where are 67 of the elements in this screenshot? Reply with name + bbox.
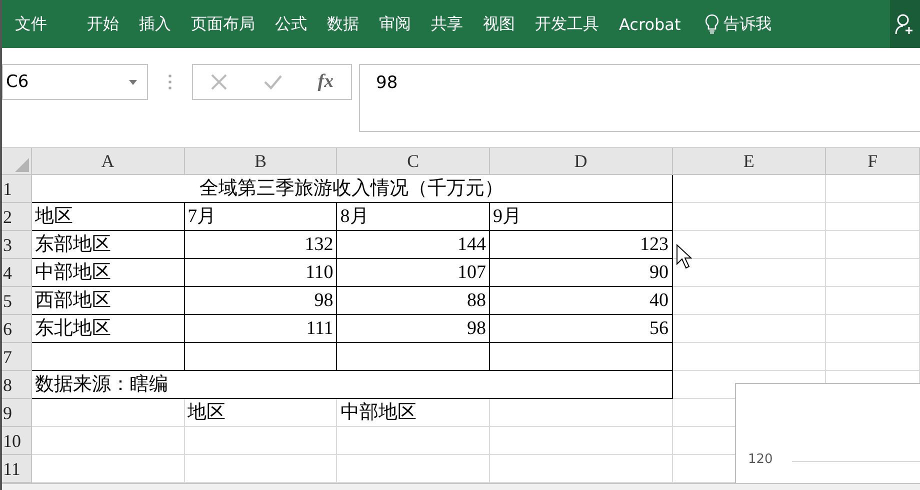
ribbon-tab[interactable]: 公式	[275, 14, 307, 34]
column-header[interactable]: E	[672, 148, 826, 175]
share-button[interactable]	[890, 0, 920, 48]
table-cell: 107	[337, 259, 490, 287]
table-cell: 132	[184, 231, 338, 259]
checkmark-icon[interactable]	[263, 74, 284, 90]
table-cell: 111	[184, 315, 338, 343]
table-cell: 98	[337, 315, 490, 343]
table-cell: 东部地区	[32, 231, 185, 259]
ribbon-tab[interactable]: 数据	[327, 14, 359, 34]
table-cell: 7月	[184, 203, 338, 231]
lightbulb-icon	[704, 14, 719, 34]
ribbon-tab[interactable]: 开始	[87, 14, 119, 34]
merged-cell: 数据来源：瞎编	[32, 371, 673, 399]
column-header[interactable]: A	[32, 148, 185, 175]
row-header[interactable]: 2	[2, 203, 32, 231]
table-cell: 地区	[32, 203, 185, 231]
column-header[interactable]: B	[184, 148, 338, 175]
ribbon-tab[interactable]: 页面布局	[191, 14, 255, 34]
row-header[interactable]: 6	[2, 315, 32, 343]
mouse-cursor-icon	[676, 244, 692, 270]
row-header[interactable]: 1	[2, 175, 32, 203]
row-header[interactable]: 8	[2, 371, 32, 399]
insert-function-button[interactable]: fx	[318, 71, 334, 93]
table-cell: 9月	[490, 203, 673, 231]
ribbon-tab[interactable]: 视图	[483, 14, 515, 34]
corner-triangle-icon	[14, 158, 29, 172]
table-cell: 中部地区	[32, 259, 185, 287]
table-cell: 40	[490, 287, 673, 315]
table-cell: 56	[490, 315, 673, 343]
row-header[interactable]: 9	[2, 399, 32, 427]
table-cell: 中部地区	[337, 399, 490, 427]
ribbon-tab[interactable]: 插入	[139, 14, 171, 34]
ribbon-tab[interactable]: Acrobat	[619, 14, 681, 34]
select-all-corner[interactable]	[2, 148, 32, 175]
name-box[interactable]: C6	[2, 64, 148, 100]
row-header[interactable]: 11	[2, 455, 32, 483]
ribbon-tab[interactable]: 审阅	[379, 14, 411, 34]
table-cell: 90	[490, 259, 673, 287]
table-cell: 144	[337, 231, 490, 259]
row-header[interactable]: 5	[2, 287, 32, 315]
ribbon-tab[interactable]: 开发工具	[535, 14, 599, 34]
ribbon-tab[interactable]: 文件	[15, 14, 47, 34]
formula-input[interactable]: 98	[359, 64, 920, 132]
column-header[interactable]: F	[826, 148, 920, 175]
row-header[interactable]: 10	[2, 427, 32, 455]
row-header[interactable]: 3	[2, 231, 32, 259]
merged-cell: 全域第三季旅游收入情况（千万元）	[32, 175, 673, 203]
ribbon-tab[interactable]: 共享	[431, 14, 463, 34]
table-cell: 123	[490, 231, 673, 259]
table-cell: 东北地区	[32, 315, 185, 343]
axis-label: 120	[748, 452, 773, 467]
drag-handle-icon[interactable]	[168, 73, 172, 91]
cancel-icon[interactable]	[210, 73, 228, 91]
person-add-icon	[895, 13, 915, 35]
dropdown-caret-icon	[129, 80, 137, 84]
column-header[interactable]: D	[490, 148, 673, 175]
column-header[interactable]: C	[337, 148, 490, 175]
row-header[interactable]: 4	[2, 259, 32, 287]
table-cell: 98	[184, 287, 338, 315]
tell-me-button[interactable]: 告诉我	[704, 14, 772, 34]
row-header[interactable]: 7	[2, 343, 32, 371]
table-cell: 西部地区	[32, 287, 185, 315]
table-cell: 地区	[184, 399, 338, 427]
table-cell: 88	[337, 287, 490, 315]
table-cell: 8月	[337, 203, 490, 231]
table-cell: 110	[184, 259, 338, 287]
